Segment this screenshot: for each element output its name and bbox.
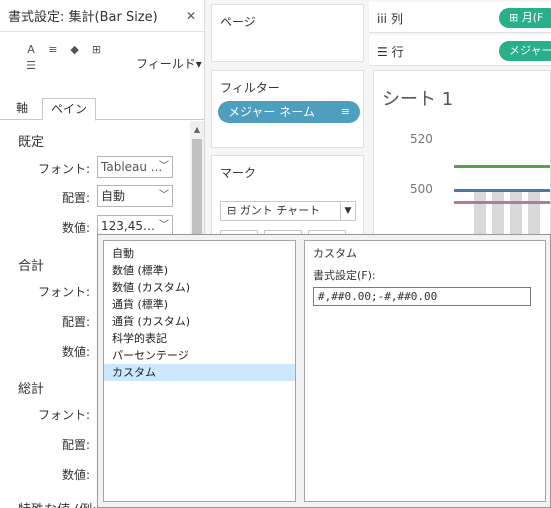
- chevron-down-icon: ﹀: [159, 190, 169, 201]
- series-line: [454, 165, 550, 168]
- borders-format-icon[interactable]: ⊞: [87, 42, 105, 58]
- grand-total-align-label: 配置:: [61, 438, 90, 452]
- section-default-title: 既定: [18, 135, 45, 150]
- mark-type-value: ガント チャート: [239, 204, 321, 217]
- number-format-list[interactable]: 自動 数値 (標準) 数値 (カスタム) 通貨 (標準) 通貨 (カスタム) 科学的表記パ…: [103, 240, 296, 502]
- columns-icon: iii: [377, 12, 391, 26]
- chevron-down-icon: ﹀: [159, 161, 169, 172]
- default-number-value: 123,45…: [101, 219, 155, 233]
- series-line: [454, 189, 550, 192]
- number-format-option[interactable]: 自動: [104, 245, 295, 262]
- number-format-option[interactable]: 通貨 (カスタム): [104, 313, 295, 330]
- field-dropdown[interactable]: フィールド▾: [136, 55, 202, 72]
- pages-card-title: ページ: [220, 15, 256, 29]
- rows-pill[interactable]: メジャー: [499, 41, 551, 61]
- format-string-label: 書式設定(F):: [313, 269, 376, 282]
- section-total-title: 合計: [18, 259, 45, 274]
- lines-format-icon[interactable]: ☰: [22, 58, 40, 74]
- scroll-up-icon[interactable]: ▲: [192, 124, 202, 136]
- number-format-option[interactable]: 科学的表記: [104, 330, 295, 347]
- number-format-option[interactable]: パーセンテージ: [104, 347, 295, 364]
- rows-icon: ☰: [377, 45, 392, 59]
- number-format-option[interactable]: カスタム: [104, 364, 295, 381]
- marks-card-title: マーク: [220, 166, 257, 180]
- sort-bars-icon: ≡: [340, 105, 350, 118]
- default-align-dropdown[interactable]: 自動 ﹀: [97, 185, 173, 207]
- custom-format-legend: カスタム: [313, 247, 357, 260]
- section-grand-total-title: 総計: [18, 382, 45, 397]
- default-align-value: 自動: [101, 189, 126, 203]
- tab-axis[interactable]: 軸: [8, 98, 36, 120]
- default-align-label: 配置:: [61, 191, 90, 205]
- rows-shelf[interactable]: ☰ 行 メジャー: [369, 35, 551, 66]
- format-pane-header: 書式設定: 集計(Bar Size) ✕: [0, 0, 204, 32]
- grand-total-font-label: フォント:: [37, 408, 90, 422]
- columns-pill-label: 月(F: [521, 11, 544, 24]
- columns-shelf-label: 列: [390, 12, 403, 26]
- y-tick-label: 500: [410, 182, 433, 196]
- y-tick-label: 520: [410, 132, 433, 146]
- close-icon[interactable]: ✕: [186, 9, 196, 23]
- filters-card-title: フィルター: [220, 81, 280, 95]
- rows-pill-label: メジャー: [509, 44, 551, 57]
- mark-type-dropdown[interactable]: ⊟ ガント チャート: [220, 201, 342, 221]
- default-number-label: 数値:: [61, 221, 90, 235]
- total-font-label: フォント:: [37, 285, 90, 299]
- columns-pill[interactable]: ⊞ 月(F: [499, 8, 551, 28]
- number-format-popup: 自動 数値 (標準) 数値 (カスタム) 通貨 (標準) 通貨 (カスタム) 科学的表記パ…: [97, 234, 551, 508]
- gantt-icon: ⊟: [227, 204, 240, 217]
- rows-shelf-label: 行: [391, 45, 404, 59]
- filter-pill-measure-names[interactable]: メジャー ネーム ≡: [218, 101, 360, 123]
- number-format-option[interactable]: 通貨 (標準): [104, 296, 295, 313]
- font-format-icon[interactable]: A: [22, 42, 40, 58]
- shading-format-icon[interactable]: ◆: [66, 42, 84, 58]
- alignment-format-icon[interactable]: ≡: [44, 42, 62, 58]
- default-font-label: フォント:: [37, 162, 90, 176]
- series-line: [454, 201, 550, 204]
- format-toolbar: A ≡ ◆ ⊞ ☰: [22, 42, 112, 74]
- format-tab-strip: 軸 ペイン: [0, 96, 204, 121]
- default-font-value: Tableau ...: [101, 160, 163, 174]
- number-format-option[interactable]: 数値 (標準): [104, 262, 295, 279]
- total-number-label: 数値:: [61, 345, 90, 359]
- format-pane-title: 書式設定: 集計(Bar Size): [8, 10, 158, 25]
- filter-pill-label: メジャー ネーム: [228, 105, 315, 119]
- chevron-down-icon[interactable]: ▼: [340, 201, 356, 221]
- grand-total-number-label: 数値:: [61, 468, 90, 482]
- sheet-title: シート 1: [382, 89, 454, 110]
- tab-pane[interactable]: ペイン: [42, 98, 97, 121]
- format-string-input[interactable]: #,##0.00;-#,##0.00: [313, 287, 531, 306]
- filters-card[interactable]: フィルター メジャー ネーム ≡: [211, 70, 364, 148]
- total-align-label: 配置:: [61, 315, 90, 329]
- columns-shelf[interactable]: iii 列 ⊞ 月(F: [369, 2, 551, 33]
- pages-card[interactable]: ページ: [211, 4, 364, 62]
- default-font-dropdown[interactable]: Tableau ... ﹀: [97, 156, 173, 178]
- custom-format-group: カスタム 書式設定(F): #,##0.00;-#,##0.00: [304, 240, 546, 502]
- calendar-icon: ⊞: [509, 11, 522, 24]
- chevron-down-icon: ﹀: [159, 220, 169, 231]
- number-format-option[interactable]: 数値 (カスタム): [104, 279, 295, 296]
